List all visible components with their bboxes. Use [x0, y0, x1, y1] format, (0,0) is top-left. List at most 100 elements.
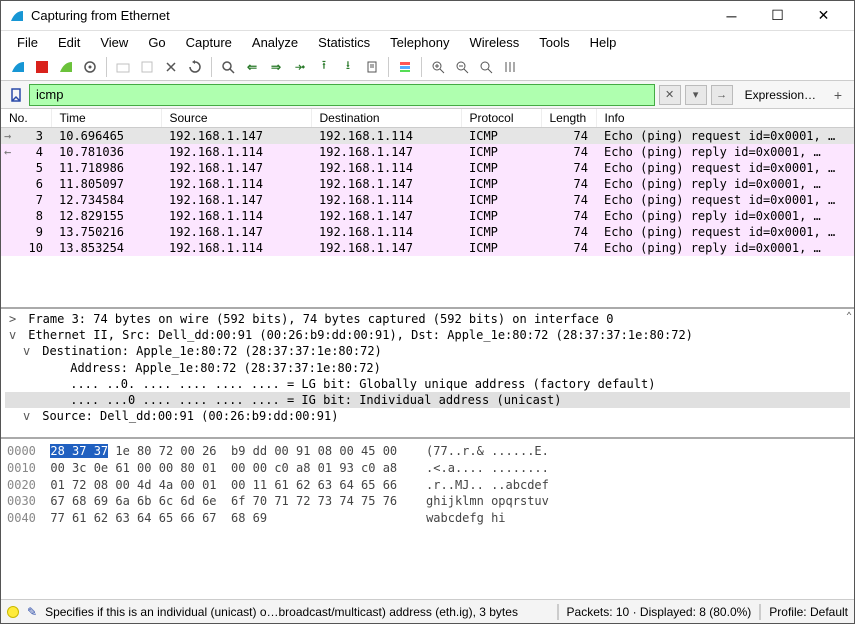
packet-details-pane[interactable]: ⌃ > Frame 3: 74 bytes on wire (592 bits)…: [1, 309, 854, 439]
detail-line[interactable]: v Destination: Apple_1e:80:72 (28:37:37:…: [5, 343, 850, 359]
column-header[interactable]: Time: [51, 109, 161, 128]
packet-cell: 74: [541, 240, 596, 256]
hex-row[interactable]: 0000 28 37 37 1e 80 72 00 26 b9 dd 00 91…: [7, 443, 848, 460]
menu-telephony[interactable]: Telephony: [380, 33, 459, 52]
filter-history-button[interactable]: ▾: [685, 85, 707, 105]
capture-options-button[interactable]: [79, 56, 101, 78]
colorize-button[interactable]: [394, 56, 416, 78]
packet-row[interactable]: 611.805097192.168.1.114192.168.1.147ICMP…: [1, 176, 854, 192]
find-packet-button[interactable]: [217, 56, 239, 78]
packet-row[interactable]: 913.750216192.168.1.147192.168.1.114ICMP…: [1, 224, 854, 240]
packet-bytes-pane[interactable]: 0000 28 37 37 1e 80 72 00 26 b9 dd 00 91…: [1, 439, 854, 599]
packet-row[interactable]: 1013.853254192.168.1.114192.168.1.147ICM…: [1, 240, 854, 256]
go-back-button[interactable]: ⇐: [241, 56, 263, 78]
minimize-button[interactable]: ─: [709, 2, 754, 30]
packet-cell: 74: [541, 160, 596, 176]
packet-row[interactable]: 511.718986192.168.1.147192.168.1.114ICMP…: [1, 160, 854, 176]
column-header[interactable]: Info: [596, 109, 854, 128]
menu-wireless[interactable]: Wireless: [459, 33, 529, 52]
auto-scroll-button[interactable]: [361, 56, 383, 78]
packet-cell: ICMP: [461, 128, 541, 145]
hex-row[interactable]: 0040 77 61 62 63 64 65 66 67 68 69 wabcd…: [7, 510, 848, 527]
menu-statistics[interactable]: Statistics: [308, 33, 380, 52]
hex-row[interactable]: 0010 00 3c 0e 61 00 00 80 01 00 00 c0 a8…: [7, 460, 848, 477]
packet-cell: 10.781036: [51, 144, 161, 160]
go-last-button[interactable]: ⭳: [337, 56, 359, 78]
packet-cell: 10.696465: [51, 128, 161, 145]
packet-row[interactable]: ←410.781036192.168.1.114192.168.1.147ICM…: [1, 144, 854, 160]
column-header[interactable]: Protocol: [461, 109, 541, 128]
toolbar-separator: [106, 57, 107, 77]
packet-cell: Echo (ping) request id=0x0001, …: [596, 192, 854, 208]
detail-line[interactable]: v Ethernet II, Src: Dell_dd:00:91 (00:26…: [5, 327, 850, 343]
packet-cell: 12.829155: [51, 208, 161, 224]
column-header[interactable]: Source: [161, 109, 311, 128]
menu-tools[interactable]: Tools: [529, 33, 579, 52]
go-forward-button[interactable]: ⇒: [265, 56, 287, 78]
packet-cell: 5: [1, 160, 51, 176]
packet-row[interactable]: 812.829155192.168.1.114192.168.1.147ICMP…: [1, 208, 854, 224]
column-header[interactable]: Length: [541, 109, 596, 128]
menu-edit[interactable]: Edit: [48, 33, 90, 52]
packet-row[interactable]: 712.734584192.168.1.147192.168.1.114ICMP…: [1, 192, 854, 208]
display-filter-input[interactable]: [29, 84, 655, 106]
packet-table: No.TimeSourceDestinationProtocolLengthIn…: [1, 109, 854, 256]
resize-columns-button[interactable]: [499, 56, 521, 78]
reload-button[interactable]: [184, 56, 206, 78]
packet-cell: 192.168.1.114: [161, 176, 311, 192]
menu-help[interactable]: Help: [580, 33, 627, 52]
detail-line[interactable]: .... ..0. .... .... .... .... = LG bit: …: [5, 376, 850, 392]
packet-cell: 192.168.1.147: [311, 176, 461, 192]
go-first-button[interactable]: ⭱: [313, 56, 335, 78]
edit-icon[interactable]: ✎: [27, 605, 37, 619]
packet-cell: ICMP: [461, 144, 541, 160]
detail-line[interactable]: Address: Apple_1e:80:72 (28:37:37:1e:80:…: [5, 360, 850, 376]
detail-line[interactable]: v Source: Dell_dd:00:91 (00:26:b9:dd:00:…: [5, 408, 850, 424]
close-file-button[interactable]: [160, 56, 182, 78]
column-header[interactable]: No.: [1, 109, 51, 128]
close-button[interactable]: ✕: [801, 2, 846, 30]
detail-line[interactable]: > Frame 3: 74 bytes on wire (592 bits), …: [5, 311, 850, 327]
packet-cell: 74: [541, 208, 596, 224]
detail-text: .... ..0. .... .... .... .... = LG bit: …: [63, 377, 655, 391]
packet-row[interactable]: →310.696465192.168.1.147192.168.1.114ICM…: [1, 128, 854, 145]
zoom-out-button[interactable]: [451, 56, 473, 78]
packet-cell: ICMP: [461, 208, 541, 224]
expert-info-icon[interactable]: [7, 606, 19, 618]
packet-cell: 10: [1, 240, 51, 256]
start-capture-button[interactable]: [7, 56, 29, 78]
hex-row[interactable]: 0030 67 68 69 6a 6b 6c 6d 6e 6f 70 71 72…: [7, 493, 848, 510]
maximize-button[interactable]: ☐: [755, 2, 800, 30]
menu-view[interactable]: View: [90, 33, 138, 52]
restart-capture-button[interactable]: [55, 56, 77, 78]
packet-cell: 6: [1, 176, 51, 192]
title-bar: Capturing from Ethernet ─ ☐ ✕: [1, 1, 854, 31]
menu-capture[interactable]: Capture: [176, 33, 242, 52]
bookmark-filter-icon[interactable]: [7, 86, 25, 104]
menu-go[interactable]: Go: [138, 33, 175, 52]
zoom-reset-button[interactable]: [475, 56, 497, 78]
column-header[interactable]: Destination: [311, 109, 461, 128]
packet-cell: 192.168.1.147: [311, 240, 461, 256]
menu-file[interactable]: File: [7, 33, 48, 52]
status-packets: Packets: 10 · Displayed: 8 (80.0%): [567, 605, 752, 619]
menu-analyze[interactable]: Analyze: [242, 33, 308, 52]
packet-cell: Echo (ping) request id=0x0001, …: [596, 160, 854, 176]
stop-capture-button[interactable]: [31, 56, 53, 78]
go-to-packet-button[interactable]: ⤞: [289, 56, 311, 78]
packet-list-pane[interactable]: No.TimeSourceDestinationProtocolLengthIn…: [1, 109, 854, 309]
detail-line[interactable]: .... ...0 .... .... .... .... = IG bit: …: [5, 392, 850, 408]
status-profile[interactable]: Profile: Default: [769, 605, 848, 619]
zoom-in-button[interactable]: [427, 56, 449, 78]
packet-cell: →3: [1, 128, 51, 145]
hex-row[interactable]: 0020 01 72 08 00 4d 4a 00 01 00 11 61 62…: [7, 477, 848, 494]
add-filter-button[interactable]: +: [828, 87, 848, 103]
open-file-button[interactable]: [112, 56, 134, 78]
packet-cell: 192.168.1.147: [311, 208, 461, 224]
expression-button[interactable]: Expression…: [737, 88, 824, 102]
apply-filter-button[interactable]: →: [711, 85, 733, 105]
clear-filter-button[interactable]: ✕: [659, 85, 681, 105]
save-button[interactable]: [136, 56, 158, 78]
status-bar: ✎ Specifies if this is an individual (un…: [1, 599, 854, 623]
status-separator: [557, 604, 559, 620]
